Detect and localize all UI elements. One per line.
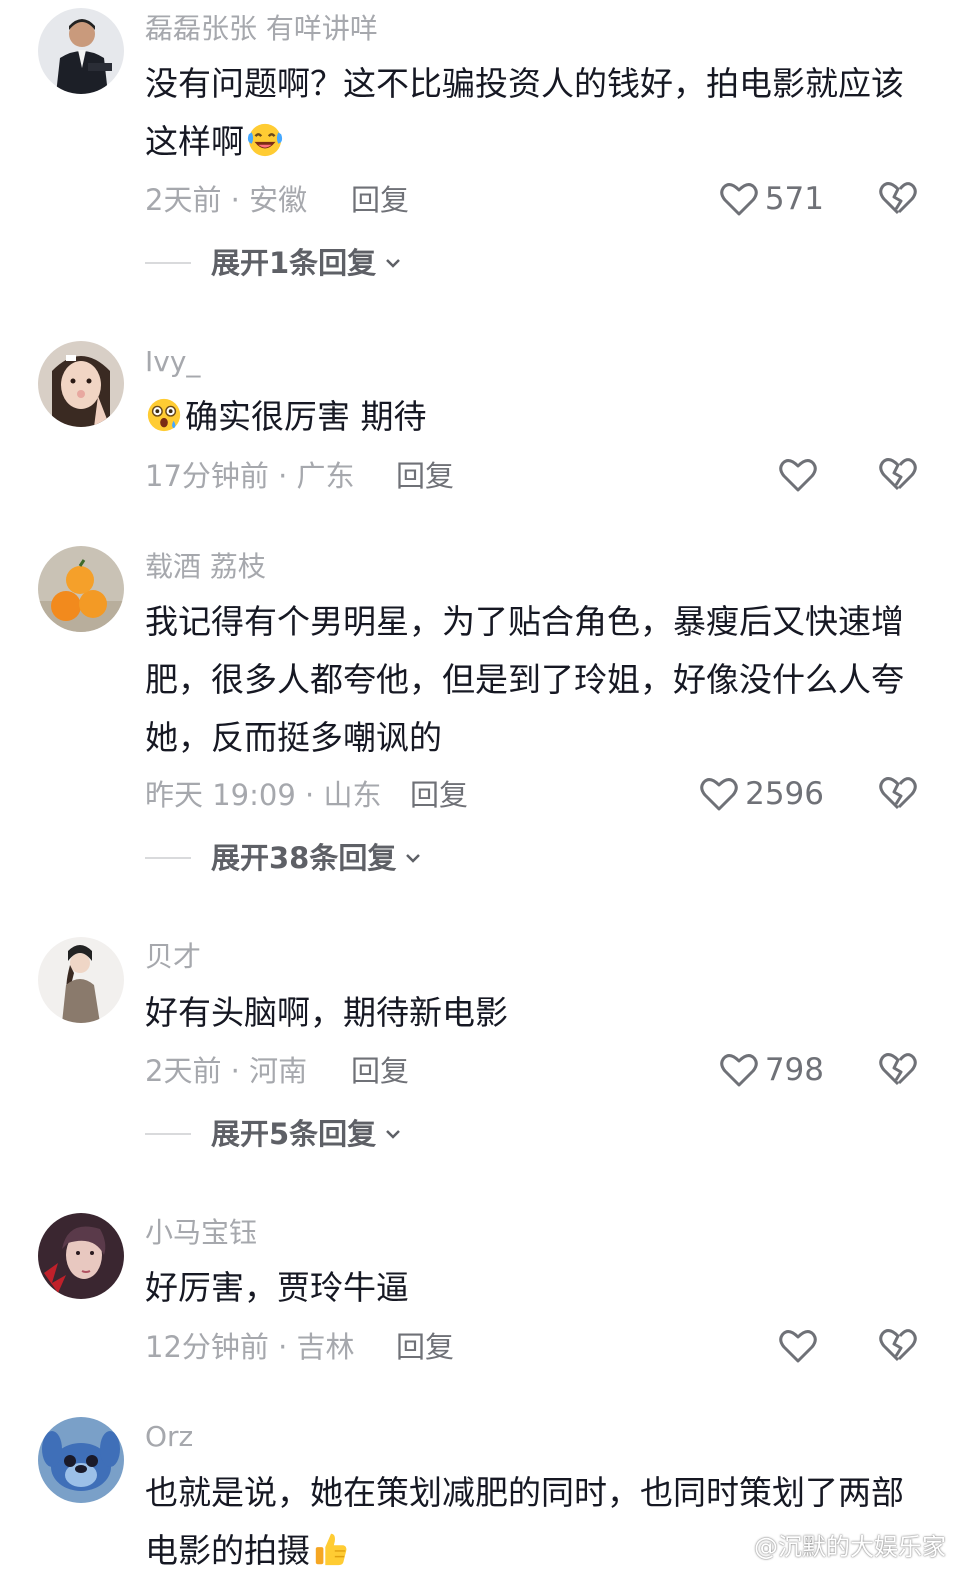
comment-meta: 2天前 · 安徽 [145,183,308,217]
username[interactable]: 载酒 荔枝 [145,550,266,584]
comment-meta: 2天前 · 河南 [145,1054,308,1088]
dislike-button[interactable] [878,179,918,219]
heart-icon [779,1330,817,1363]
weibo-logo-icon [712,1531,747,1558]
avatar[interactable] [38,937,124,1023]
like-button[interactable]: 2596 [699,774,824,814]
expand-replies-button[interactable]: 展开1条回复 [145,245,404,281]
reply-button[interactable]: 回复 [351,1053,409,1089]
expand-replies-label: 展开5条回复 [211,1117,377,1151]
expand-replies-label: 展开1条回复 [211,246,377,280]
heart-icon [779,459,817,492]
comment-text: 没有问题啊？这不比骗投资人的钱好，拍电影就应该这样啊 [145,55,925,171]
chevron-down-icon [406,854,421,863]
laughing-tears-emoji-icon [246,119,284,157]
username[interactable]: 小马宝钰 [145,1216,257,1250]
like-button[interactable] [778,1326,824,1366]
comment-meta: 17分钟前 · 广东 [145,459,355,493]
broken-heart-icon [879,458,917,491]
username[interactable]: Orz [145,1420,193,1454]
avatar[interactable] [38,546,124,632]
comment-text: 也就是说，她在策划减肥的同时，也同时策划了两部电影的拍摄 [145,1464,925,1580]
reply-button[interactable]: 回复 [351,182,409,218]
avatar[interactable] [38,1417,124,1503]
like-button[interactable]: 798 [719,1050,824,1090]
chevron-down-icon [386,259,401,268]
divider [145,262,191,264]
username[interactable]: 磊磊张张 有咩讲咩 [145,12,378,46]
comment-text: 我记得有个男明星，为了贴合角色，暴瘦后又快速增肥，很多人都夸他，但是到了玲姐，好… [145,602,904,757]
like-button[interactable]: 571 [719,179,824,219]
broken-heart-icon [879,1053,917,1086]
heart-icon [700,778,738,811]
surprised-emoji-icon [145,394,183,432]
comment-text: 好有头脑啊，期待新电影 [145,993,508,1032]
dislike-button[interactable] [878,1050,918,1090]
broken-heart-icon [879,182,917,215]
reply-button[interactable]: 回复 [396,1329,454,1365]
divider [145,857,191,859]
broken-heart-icon [879,1329,917,1362]
chevron-down-icon [386,1130,401,1139]
like-count: 2596 [745,776,824,812]
thumbs-up-emoji-icon [312,1528,350,1566]
dislike-button[interactable] [878,774,918,814]
comment-meta: 昨天 19:09 · 山东 [145,778,382,812]
heart-icon [720,183,758,216]
username[interactable]: 贝才 [145,940,201,974]
broken-heart-icon [879,777,917,810]
expand-replies-label: 展开38条回复 [211,841,397,875]
avatar[interactable] [38,341,124,427]
comment-text: 确实很厉害 期待 [145,388,925,446]
reply-button[interactable]: 回复 [410,777,468,813]
avatar[interactable] [38,1213,124,1299]
like-count: 798 [764,1052,824,1088]
expand-replies-button[interactable]: 展开38条回复 [145,840,424,876]
heart-icon [720,1054,758,1087]
username[interactable]: Ivy_ [145,345,200,379]
reply-button[interactable]: 回复 [396,458,454,494]
comment-text-content: 确实很厉害 期待 [185,397,427,436]
divider [145,1133,191,1135]
like-button[interactable] [778,455,824,495]
watermark-text: @沉默的大娱乐家 [754,1532,946,1561]
watermark: @沉默的大娱乐家 [712,1526,946,1562]
comment-meta: 12分钟前 · 吉林 [145,1330,355,1364]
like-count: 571 [764,181,824,217]
expand-replies-button[interactable]: 展开5条回复 [145,1116,404,1152]
dislike-button[interactable] [878,1326,918,1366]
comment-text: 好厉害，贾玲牛逼 [145,1268,409,1307]
avatar[interactable] [38,8,124,94]
dislike-button[interactable] [878,455,918,495]
